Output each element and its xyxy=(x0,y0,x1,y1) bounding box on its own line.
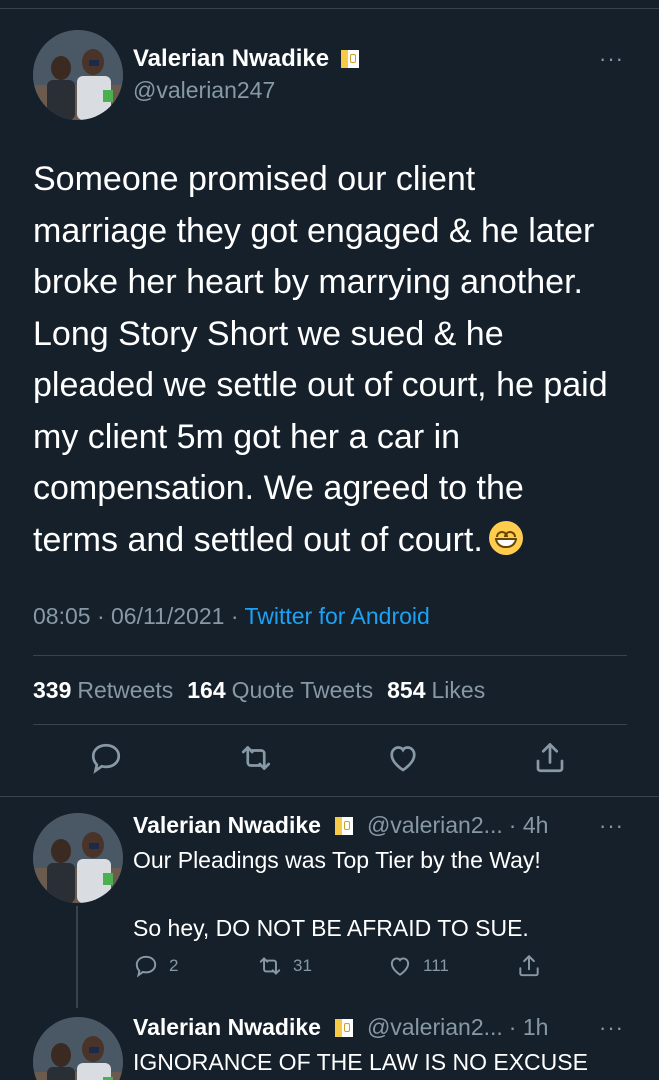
likes-count: 854 xyxy=(387,677,426,703)
reply-action[interactable]: 2 xyxy=(133,953,178,979)
reply-text: Our Pleadings was Top Tier by the Way! S… xyxy=(133,847,541,941)
like-count: 111 xyxy=(423,956,449,975)
share-action[interactable] xyxy=(516,953,552,979)
tweet-date[interactable]: 06/11/2021 xyxy=(111,603,224,629)
tweet-text: Someone promised our client marriage the… xyxy=(33,154,633,566)
retweet-icon[interactable] xyxy=(238,740,274,776)
reply-author-handle[interactable]: @valerian2... xyxy=(367,1014,503,1041)
share-icon[interactable] xyxy=(532,740,568,776)
like-action[interactable]: 111 xyxy=(387,953,449,979)
reply-author-row: Valerian Nwadike @valerian2... · 1h xyxy=(133,1014,548,1041)
section-divider xyxy=(0,796,659,797)
reply-author-row: Valerian Nwadike @valerian2... · 4h xyxy=(133,812,548,839)
author-name[interactable]: Valerian Nwadike xyxy=(133,45,329,73)
likes-stat[interactable]: 854 Likes xyxy=(387,677,499,703)
quotes-count: 164 xyxy=(187,677,226,703)
heart-icon[interactable] xyxy=(385,740,421,776)
tweet-time[interactable]: 08:05 xyxy=(33,603,91,629)
reply-author-name[interactable]: Valerian Nwadike xyxy=(133,1014,321,1041)
reply-count: 2 xyxy=(169,956,179,975)
grinning-face-emoji-icon xyxy=(488,520,523,555)
retweet-action[interactable]: 31 xyxy=(257,953,312,979)
tweet-body: Someone promised our client marriage the… xyxy=(33,160,608,559)
avatar[interactable] xyxy=(33,813,123,903)
reply-text: IGNORANCE OF THE LAW IS NO EXCUSE xyxy=(133,1049,588,1075)
tweet-source-link[interactable]: Twitter for Android xyxy=(244,603,429,629)
tweet-action-bar xyxy=(0,740,659,784)
retweet-count: 31 xyxy=(293,956,312,975)
retweet-icon xyxy=(259,957,281,975)
thread-connector xyxy=(76,906,78,1008)
more-options-icon[interactable]: ··· xyxy=(599,48,624,70)
reply-author-handle[interactable]: @valerian2... xyxy=(367,812,503,839)
retweets-count: 339 xyxy=(33,677,72,703)
more-options-icon[interactable]: ··· xyxy=(599,1017,624,1039)
divider xyxy=(33,655,627,656)
quotes-label: Quote Tweets xyxy=(231,677,374,703)
engagement-stats: 339 Retweets 164 Quote Tweets 854 Likes xyxy=(33,677,499,704)
quotes-stat[interactable]: 164 Quote Tweets xyxy=(187,677,387,703)
top-divider xyxy=(0,8,659,9)
reply-time[interactable]: · 4h xyxy=(509,812,549,839)
reply-author-name[interactable]: Valerian Nwadike xyxy=(133,812,321,839)
more-options-icon[interactable]: ··· xyxy=(599,815,624,837)
reply-icon xyxy=(135,955,157,978)
divider xyxy=(33,724,627,725)
reply-action-bar: 2 31 111 xyxy=(133,953,553,983)
retweets-stat[interactable]: 339 Retweets xyxy=(33,677,187,703)
flag-icon xyxy=(341,50,360,68)
share-icon xyxy=(519,955,539,977)
meta-separator: · xyxy=(230,603,239,629)
meta-separator: · xyxy=(96,603,105,629)
reply-icon[interactable] xyxy=(88,740,124,776)
heart-icon xyxy=(390,957,410,976)
flag-icon xyxy=(334,1018,353,1037)
author-handle[interactable]: @valerian247 xyxy=(133,77,275,104)
author-row: Valerian Nwadike xyxy=(133,45,360,73)
retweets-label: Retweets xyxy=(77,677,174,703)
avatar[interactable] xyxy=(33,30,123,120)
likes-label: Likes xyxy=(431,677,486,703)
tweet-meta: 08:05 · 06/11/2021 · Twitter for Android xyxy=(33,603,430,630)
flag-icon xyxy=(334,816,353,835)
reply-time[interactable]: · 1h xyxy=(509,1014,549,1041)
tweet-detail-screen: Valerian Nwadike @valerian247 ··· Someon… xyxy=(0,0,659,1080)
avatar[interactable] xyxy=(33,1017,123,1080)
